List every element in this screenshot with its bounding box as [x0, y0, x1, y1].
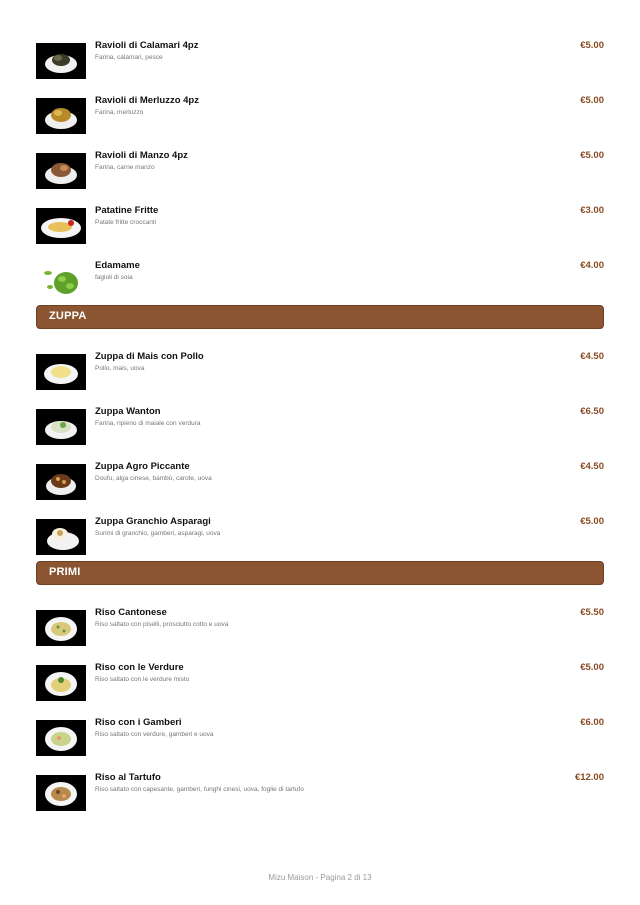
menu-item[interactable]: Riso Cantonese Riso saltato con piselli,… — [36, 607, 604, 648]
dish-description: Farina, calamari, pesce — [95, 54, 163, 61]
dish-name: Edamame — [95, 260, 140, 271]
dish-photo — [36, 519, 86, 555]
dish-description: Surimi di granchio, gamberi, asparagi, u… — [95, 530, 221, 537]
dish-photo — [36, 775, 86, 811]
dish-price: €12.00 — [574, 772, 604, 783]
dish-name: Ravioli di Manzo 4pz — [95, 150, 188, 161]
menu-item[interactable]: Riso con le Verdure Riso saltato con le … — [36, 662, 604, 703]
menu-item[interactable]: Zuppa di Mais con Pollo Pollo, mais, uov… — [36, 351, 604, 392]
dish-price: €4.00 — [580, 260, 604, 271]
dish-description: Patate fritte croccanti — [95, 219, 157, 226]
menu-page: Ravioli di Calamari 4pz Farina, calamari… — [0, 0, 640, 905]
dish-description: Doufu, alga cinese, bambù, carote, uova — [95, 475, 212, 482]
dish-photo — [36, 208, 86, 244]
dish-description: Riso saltato con verdure, gamberi e uova — [95, 731, 214, 738]
dish-photo — [36, 464, 86, 500]
dish-price: €4.50 — [580, 461, 604, 472]
menu-item[interactable]: Zuppa Agro Piccante Doufu, alga cinese, … — [36, 461, 604, 502]
menu-item[interactable]: Riso con i Gamberi Riso saltato con verd… — [36, 717, 604, 758]
dish-name: Zuppa Wanton — [95, 406, 161, 417]
dish-price: €5.00 — [580, 662, 604, 673]
dish-price: €5.00 — [580, 516, 604, 527]
menu-item[interactable]: Edamame fagioli di soia €4.00 — [36, 260, 604, 301]
dish-photo — [36, 720, 86, 756]
dish-description: Farina, merluzzo — [95, 109, 144, 116]
dish-description: Riso saltato con le verdure misto — [95, 676, 190, 683]
section-title: PRIMI — [49, 566, 81, 578]
dish-name: Riso Cantonese — [95, 607, 167, 618]
dish-name: Riso con le Verdure — [95, 662, 184, 673]
menu-item[interactable]: Zuppa Wanton Farina, ripieno di maiale c… — [36, 406, 604, 447]
dish-price: €5.00 — [580, 95, 604, 106]
dish-name: Ravioli di Calamari 4pz — [95, 40, 199, 51]
dish-description: Farina, ripieno di maiale con verdura — [95, 420, 201, 427]
dish-name: Riso con i Gamberi — [95, 717, 182, 728]
dish-photo — [36, 354, 86, 390]
dish-description: Riso saltato con piselli, prosciutto cot… — [95, 621, 229, 628]
dish-description: Riso saltato con capesante, gamberi, fun… — [95, 786, 304, 793]
dish-price: €3.00 — [580, 205, 604, 216]
dish-description: Pollo, mais, uova — [95, 365, 145, 372]
section-header-primi: PRIMI — [36, 561, 604, 585]
dish-photo — [36, 610, 86, 646]
dish-price: €5.50 — [580, 607, 604, 618]
dish-description: Farina, carne manzo — [95, 164, 155, 171]
dish-photo — [36, 98, 86, 134]
section-title: ZUPPA — [49, 310, 87, 322]
page-footer: Mizu Maison - Pagina 2 di 13 — [268, 873, 372, 882]
dish-name: Patatine Fritte — [95, 205, 159, 216]
dish-photo — [36, 665, 86, 701]
dish-price: €4.50 — [580, 351, 604, 362]
dish-name: Riso al Tartufo — [95, 772, 161, 783]
menu-item[interactable]: Ravioli di Manzo 4pz Farina, carne manzo… — [36, 150, 604, 191]
dish-price: €6.50 — [580, 406, 604, 417]
dish-photo — [36, 263, 86, 299]
menu-item[interactable]: Ravioli di Calamari 4pz Farina, calamari… — [36, 40, 604, 81]
dish-price: €6.00 — [580, 717, 604, 728]
menu-item[interactable]: Ravioli di Merluzzo 4pz Farina, merluzzo… — [36, 95, 604, 136]
dish-photo — [36, 409, 86, 445]
menu-item[interactable]: Zuppa Granchio Asparagi Surimi di granch… — [36, 516, 604, 557]
dish-name: Ravioli di Merluzzo 4pz — [95, 95, 199, 106]
section-header-zuppa: ZUPPA — [36, 305, 604, 329]
dish-price: €5.00 — [580, 150, 604, 161]
menu-item[interactable]: Riso al Tartufo Riso saltato con capesan… — [36, 772, 604, 813]
dish-name: Zuppa di Mais con Pollo — [95, 351, 204, 362]
dish-name: Zuppa Agro Piccante — [95, 461, 190, 472]
dish-price: €5.00 — [580, 40, 604, 51]
menu-item[interactable]: Patatine Fritte Patate fritte croccanti … — [36, 205, 604, 246]
dish-photo — [36, 153, 86, 189]
dish-photo — [36, 43, 86, 79]
dish-description: fagioli di soia — [95, 274, 133, 281]
dish-name: Zuppa Granchio Asparagi — [95, 516, 211, 527]
